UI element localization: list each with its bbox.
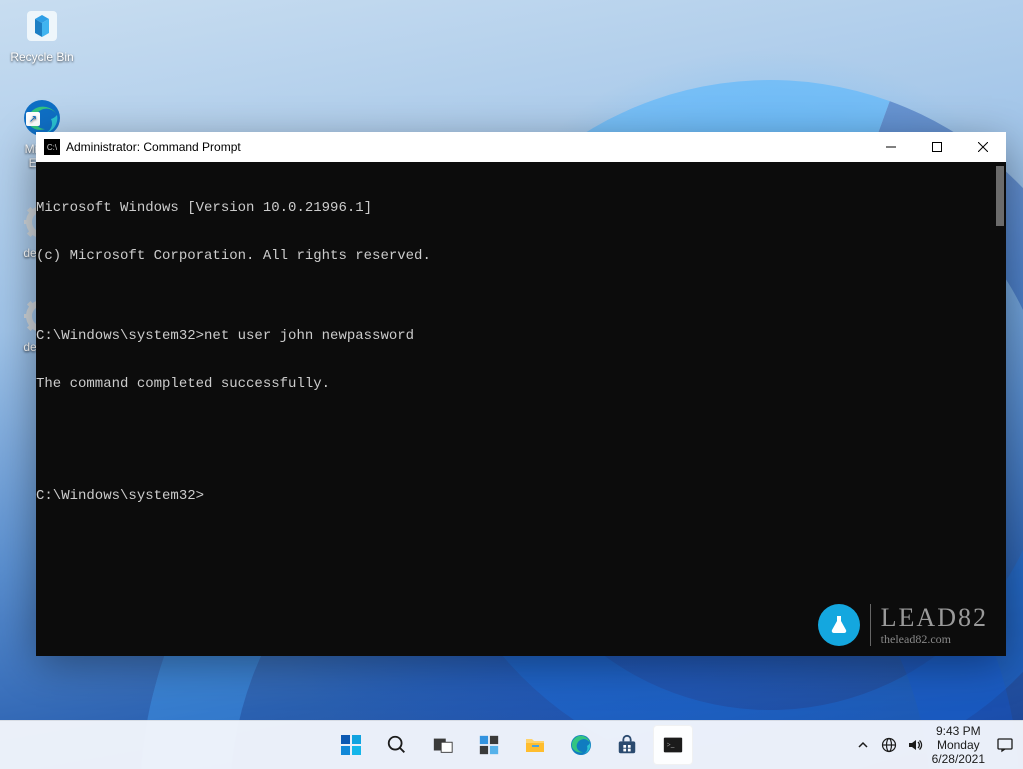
minimize-button[interactable] <box>868 132 914 162</box>
close-button[interactable] <box>960 132 1006 162</box>
tray-time: 9:43 PM <box>932 724 985 738</box>
taskbar-center: >_ <box>331 721 693 769</box>
tray-overflow-button[interactable] <box>854 736 872 754</box>
terminal-line: Microsoft Windows [Version 10.0.21996.1] <box>36 200 1006 216</box>
cmd-taskbar-button[interactable]: >_ <box>653 725 693 765</box>
system-tray: 9:43 PM Monday 6/28/2021 <box>854 721 1017 769</box>
shortcut-arrow-icon: ↗ <box>26 112 40 126</box>
cmd-app-icon: C:\ <box>44 139 60 155</box>
terminal-line: C:\Windows\system32> <box>36 488 1006 504</box>
recycle-bin-icon <box>20 4 64 48</box>
desktop[interactable]: Recycle Bin ↗ Micr… Ed… desk… desk… C:\ … <box>0 0 1023 769</box>
clock-button[interactable]: 9:43 PM Monday 6/28/2021 <box>932 724 985 766</box>
window-title: Administrator: Command Prompt <box>66 140 241 154</box>
search-button[interactable] <box>377 725 417 765</box>
desktop-icon-label: Recycle Bin <box>10 50 73 64</box>
taskbar: >_ 9:43 PM Monday 6/28/2021 <box>0 720 1023 769</box>
flask-icon <box>818 604 860 646</box>
terminal-line: C:\Windows\system32>net user john newpas… <box>36 328 1006 344</box>
scrollbar-thumb[interactable] <box>996 166 1004 226</box>
desktop-icon-recycle-bin[interactable]: Recycle Bin <box>4 4 80 64</box>
watermark-url: thelead82.com <box>881 633 988 645</box>
widgets-button[interactable] <box>469 725 509 765</box>
titlebar[interactable]: C:\ Administrator: Command Prompt <box>36 132 1006 162</box>
terminal-line: The command completed successfully. <box>36 376 1006 392</box>
network-icon[interactable] <box>880 736 898 754</box>
volume-icon[interactable] <box>906 736 924 754</box>
edge-taskbar-button[interactable] <box>561 725 601 765</box>
notifications-button[interactable] <box>993 736 1017 754</box>
command-prompt-window: C:\ Administrator: Command Prompt Micros… <box>36 132 1006 650</box>
file-explorer-button[interactable] <box>515 725 555 765</box>
task-view-button[interactable] <box>423 725 463 765</box>
watermark: LEAD82 thelead82.com <box>818 604 988 646</box>
tray-date: 6/28/2021 <box>932 752 985 766</box>
start-button[interactable] <box>331 725 371 765</box>
watermark-brand: LEAD82 <box>881 605 988 631</box>
terminal-area[interactable]: Microsoft Windows [Version 10.0.21996.1]… <box>36 162 1006 656</box>
store-button[interactable] <box>607 725 647 765</box>
maximize-button[interactable] <box>914 132 960 162</box>
svg-text:>_: >_ <box>666 740 674 749</box>
terminal-line: (c) Microsoft Corporation. All rights re… <box>36 248 1006 264</box>
tray-day: Monday <box>932 738 985 752</box>
